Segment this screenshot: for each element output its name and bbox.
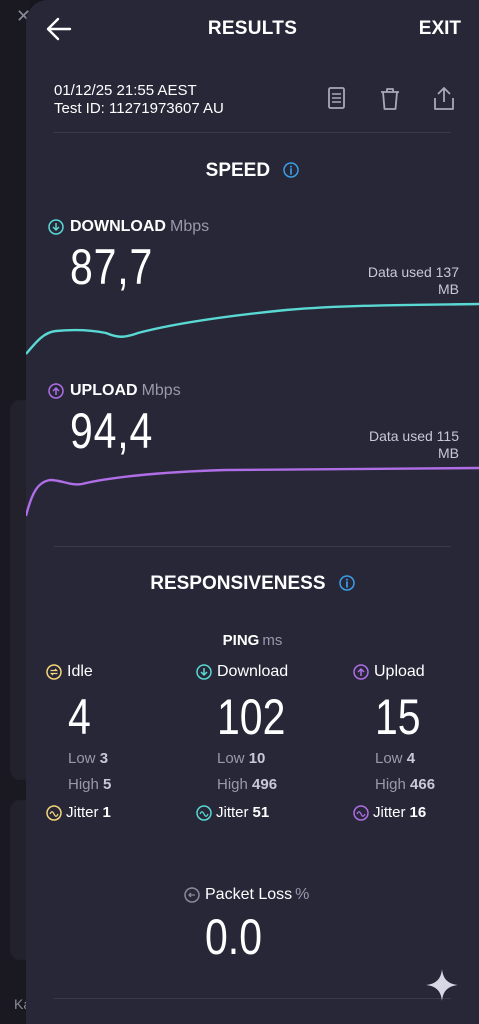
- packet-loss-unit: %: [295, 886, 310, 903]
- ping-idle-value: 4: [68, 689, 91, 745]
- ping-download-low: Low 10: [217, 746, 300, 772]
- ping-unit: ms: [262, 632, 283, 649]
- download-data-used-text: Data used 137: [367, 264, 459, 280]
- idle-icon: [46, 664, 62, 680]
- ping-upload-label: Upload: [374, 663, 425, 680]
- report-icon[interactable]: [321, 86, 351, 112]
- ping-idle-high: High 5: [68, 772, 111, 798]
- ping-download-value: 102: [217, 689, 286, 745]
- test-datetime: 01/12/25 21:55 AEST: [54, 82, 197, 99]
- ping-upload-high: High 466: [375, 772, 435, 798]
- high-label: High: [217, 776, 248, 793]
- upload-label: UPLOAD Mbps: [48, 382, 181, 400]
- ping-header: PING ms: [26, 632, 479, 649]
- jitter-label: Jitter: [216, 804, 249, 821]
- speed-title-text: SPEED: [205, 160, 271, 181]
- ping-column-header: Download: [196, 662, 300, 682]
- divider: [54, 132, 451, 133]
- info-icon[interactable]: [283, 162, 300, 178]
- trash-icon[interactable]: [375, 86, 405, 112]
- ping-column-header: Upload: [353, 662, 435, 682]
- low-value: 3: [99, 750, 109, 767]
- upload-arrow-icon: [48, 383, 64, 399]
- test-id: Test ID: 11271973607 AU: [54, 100, 224, 117]
- responsiveness-section-title: RESPONSIVENESS: [26, 573, 479, 595]
- top-bar: RESULTS EXIT: [26, 0, 479, 60]
- upload-unit: Mbps: [141, 382, 181, 399]
- ping-column-download: Download 102 Low 10 High 496 Jitter 51: [196, 662, 300, 821]
- ping-column-idle: Idle 4 Low 3 High 5 Jitter 1: [46, 662, 111, 821]
- high-value: 496: [252, 776, 278, 793]
- exit-button[interactable]: EXIT: [419, 18, 461, 40]
- ping-download-high: High 496: [217, 772, 300, 798]
- download-arrow-icon: [48, 219, 64, 235]
- low-label: Low: [375, 750, 403, 767]
- jitter-value: 16: [409, 804, 427, 821]
- upload-arrow-icon: [353, 664, 369, 680]
- download-label: DOWNLOAD Mbps: [48, 218, 209, 236]
- packet-loss-label-text: Packet Loss: [205, 886, 293, 903]
- ping-download-jitter: Jitter 51: [196, 804, 300, 821]
- jitter-icon: [353, 804, 369, 821]
- download-graph: [26, 302, 479, 355]
- low-label: Low: [217, 750, 245, 767]
- ping-upload-low: Low 4: [375, 746, 435, 772]
- page-title: RESULTS: [207, 18, 298, 39]
- jitter-icon: [46, 804, 62, 821]
- high-label: High: [68, 776, 99, 793]
- download-arrow-icon: [196, 664, 212, 680]
- sparkle-icon[interactable]: [425, 968, 459, 1002]
- packet-loss-icon: [184, 887, 200, 903]
- high-value: 466: [410, 776, 436, 793]
- divider: [54, 546, 451, 547]
- jitter-value: 51: [252, 804, 270, 821]
- upload-label-text: UPLOAD: [70, 382, 138, 399]
- jitter-icon: [196, 804, 212, 821]
- download-label-text: DOWNLOAD: [70, 218, 166, 235]
- jitter-label: Jitter: [66, 804, 99, 821]
- responsiveness-title-text: RESPONSIVENESS: [150, 573, 326, 594]
- low-label: Low: [68, 750, 96, 767]
- test-meta: 01/12/25 21:55 AEST Test ID: 11271973607…: [54, 82, 224, 118]
- packet-loss-label: Packet Loss%: [184, 886, 309, 904]
- jitter-value: 1: [102, 804, 111, 821]
- ping-upload-value: 15: [375, 689, 421, 745]
- high-label: High: [375, 776, 406, 793]
- divider: [54, 998, 451, 999]
- info-icon[interactable]: [339, 575, 355, 591]
- upload-graph: [26, 466, 479, 517]
- jitter-label: Jitter: [373, 804, 406, 821]
- ping-idle-jitter: Jitter 1: [46, 804, 111, 821]
- ping-idle-low: Low 3: [68, 746, 111, 772]
- speed-section-title: SPEED: [26, 160, 479, 182]
- ping-column-header: Idle: [46, 662, 111, 682]
- result-actions: [321, 86, 459, 112]
- ping-column-upload: Upload 15 Low 4 High 466 Jitter 16: [353, 662, 435, 821]
- low-value: 10: [248, 750, 266, 767]
- results-panel: RESULTS EXIT 01/12/25 21:55 AEST Test ID…: [26, 0, 479, 1024]
- ping-label: PING: [222, 632, 260, 649]
- upload-data-used-text: Data used 115: [368, 428, 459, 444]
- ping-upload-jitter: Jitter 16: [353, 804, 435, 821]
- low-value: 4: [406, 750, 416, 767]
- download-value: 87,7: [70, 239, 154, 295]
- download-unit: Mbps: [169, 218, 210, 235]
- ping-download-label: Download: [217, 663, 289, 680]
- high-value: 5: [103, 776, 112, 793]
- ping-idle-label: Idle: [67, 663, 93, 680]
- packet-loss-value: 0.0: [205, 909, 263, 965]
- share-icon[interactable]: [429, 86, 459, 112]
